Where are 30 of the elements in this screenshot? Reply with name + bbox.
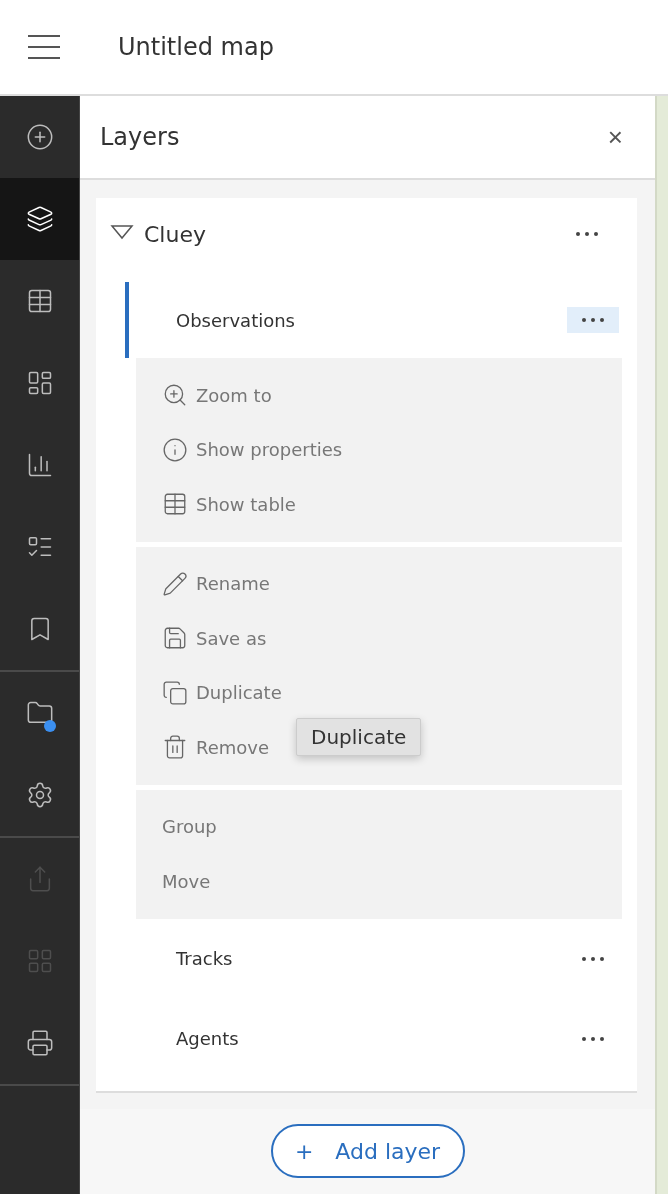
layers-button[interactable]: [0, 178, 79, 260]
tooltip: Duplicate: [296, 718, 422, 756]
menu-item[interactable]: Show properties: [136, 422, 343, 477]
copy-icon: [162, 679, 188, 706]
layers-icon: [25, 205, 54, 233]
more-button[interactable]: [567, 307, 619, 333]
menu-item[interactable]: Zoom to: [136, 368, 272, 423]
map-title: Untitled map: [118, 33, 274, 61]
menu-item[interactable]: Group: [136, 799, 217, 854]
menu-item[interactable]: Remove: [136, 720, 270, 775]
menu-icon: [27, 34, 61, 60]
add-icon: [25, 123, 54, 151]
menu-item[interactable]: Rename: [136, 556, 270, 611]
layer-row[interactable]: Tracks: [125, 918, 619, 999]
info-icon: [162, 436, 188, 463]
layer-name: Tracks: [176, 948, 234, 969]
pencil-icon: [162, 570, 188, 597]
close-button[interactable]: ×: [603, 121, 627, 153]
panel-title: Layers: [100, 123, 180, 151]
trash-icon: [162, 734, 188, 761]
layer-name: Agents: [176, 1028, 240, 1049]
menu-item[interactable]: Show table: [136, 477, 296, 532]
add-layer-button[interactable]: + Add layer: [270, 1124, 465, 1179]
layer-row[interactable]: Agents: [125, 998, 619, 1079]
menu-item[interactable]: Move: [136, 854, 211, 909]
menu-item[interactable]: Duplicate: [136, 665, 282, 720]
printer-icon: [25, 1029, 54, 1057]
group-name: Cluey: [144, 221, 207, 247]
menu-item[interactable]: Save as: [136, 611, 267, 666]
layer-name: Observations: [176, 309, 296, 331]
